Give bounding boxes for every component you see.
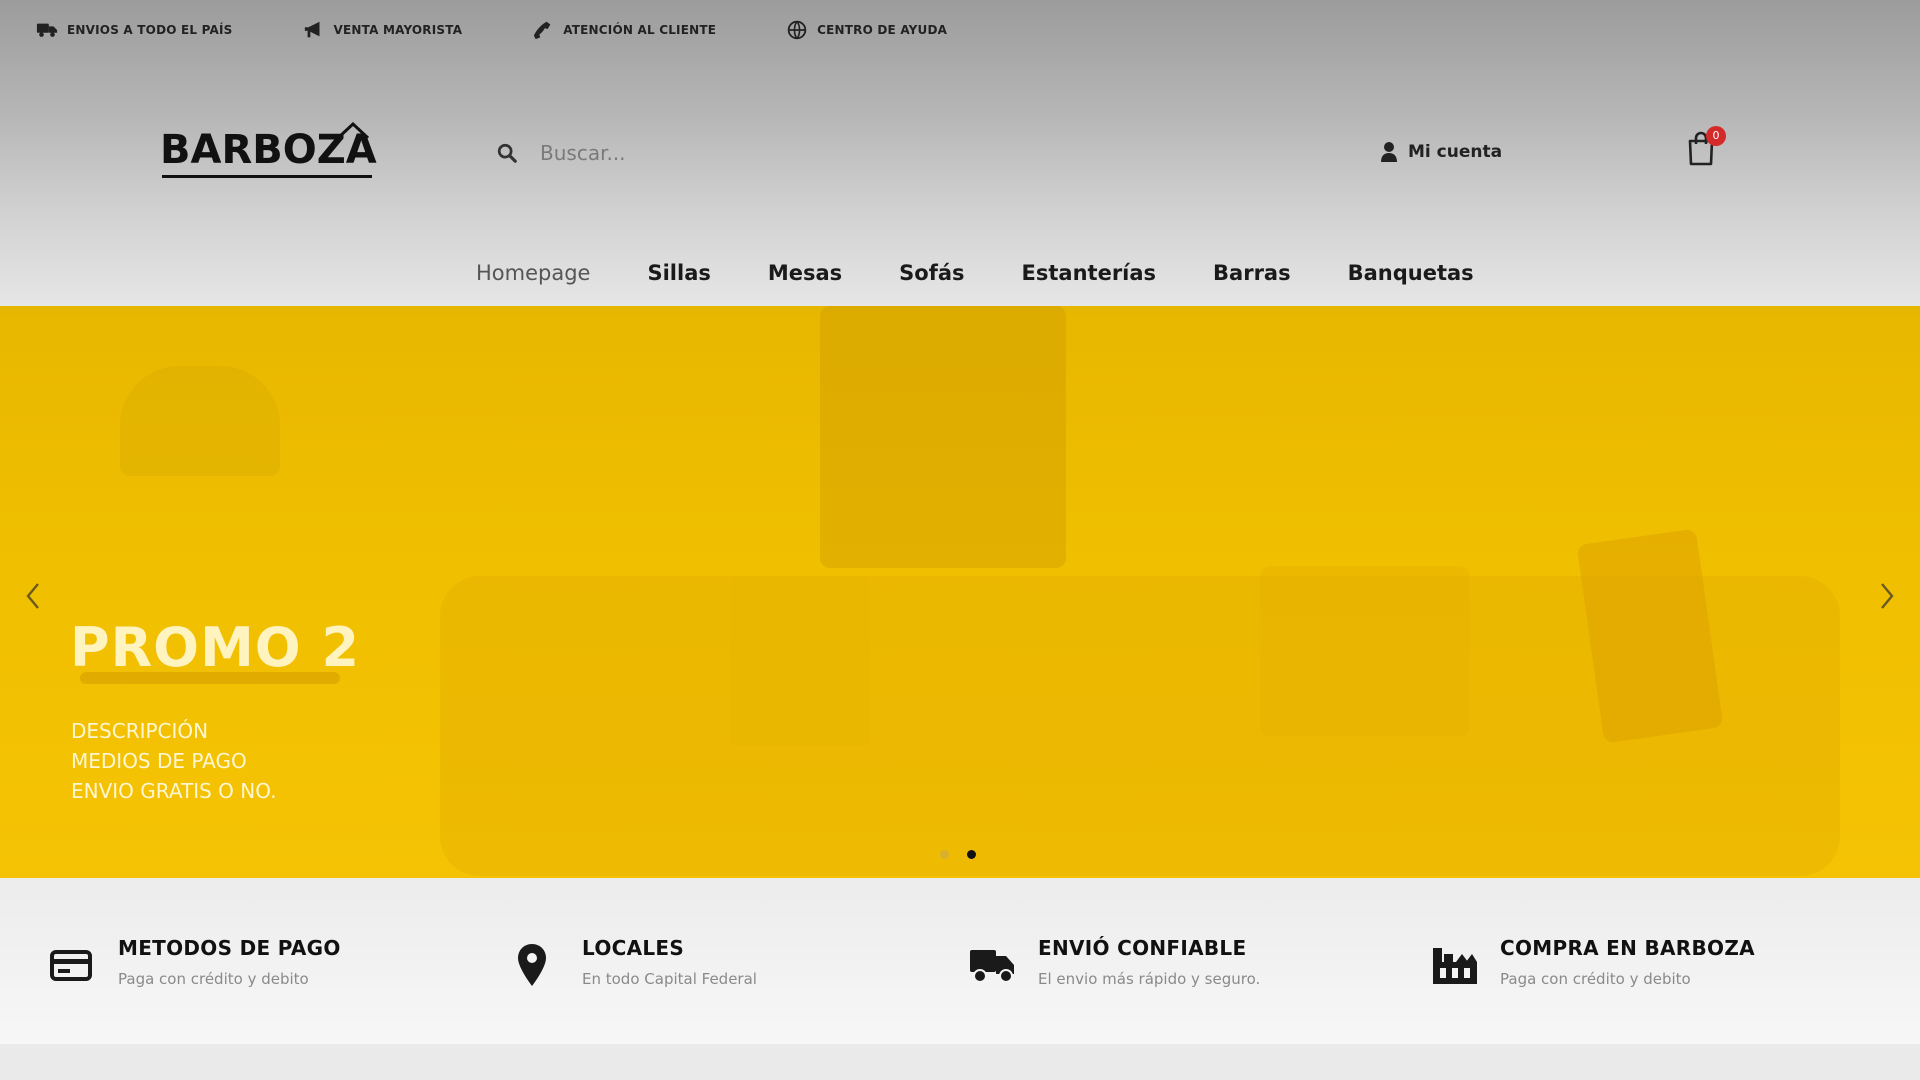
store-icon	[1430, 940, 1480, 990]
feature-subtitle: El envio más rápido y seguro.	[1038, 970, 1261, 988]
feature-title: METODOS DE PAGO	[118, 936, 341, 960]
feature-reliable-shipping[interactable]: ENVIÓ CONFIABLE El envio más rápido y se…	[968, 936, 1260, 996]
hero-bg-lamp	[120, 366, 280, 476]
site-header: ENVIOS A TODO EL PAÍS VENTA MAYORISTA AT…	[0, 0, 1920, 306]
hero-title: PROMO 2	[70, 616, 361, 679]
map-pin-icon	[512, 940, 562, 990]
search-input[interactable]	[540, 141, 1240, 165]
logo-underline	[162, 175, 372, 178]
topbar-item-help-center[interactable]: CENTRO DE AYUDA	[786, 20, 947, 40]
feature-title: ENVIÓ CONFIABLE	[1038, 936, 1247, 960]
roof-icon	[336, 122, 370, 140]
account-link[interactable]: Mi cuenta	[1380, 138, 1502, 166]
nav-item-estanterias[interactable]: Estanterías	[1022, 261, 1157, 285]
nav-item-banquetas[interactable]: Banquetas	[1348, 261, 1474, 285]
cart-button[interactable]: 0	[1686, 126, 1726, 170]
feature-title: COMPRA EN BARBOZA	[1500, 936, 1755, 960]
topbar-item-label: ATENCIÓN AL CLIENTE	[563, 23, 717, 37]
hero-description: DESCRIPCIÓN MEDIOS DE PAGO ENVIO GRATIS …	[71, 716, 277, 806]
nav-item-barras[interactable]: Barras	[1213, 261, 1291, 285]
topbar-item-label: ENVIOS A TODO EL PAÍS	[67, 23, 233, 37]
feature-subtitle: Paga con crédito y debito	[1500, 970, 1691, 988]
hero-bg-cushion	[1260, 566, 1470, 736]
credit-card-icon	[48, 940, 98, 990]
hero-bg-frame	[820, 306, 1066, 568]
chevron-right-icon	[1881, 583, 1894, 609]
hero-bg-cushion	[730, 576, 870, 746]
feature-shop-barboza[interactable]: COMPRA EN BARBOZA Paga con crédito y deb…	[1430, 936, 1755, 996]
chevron-left-icon	[26, 583, 39, 609]
nav-item-sillas[interactable]: Sillas	[647, 261, 710, 285]
slider-prev-button[interactable]	[18, 576, 48, 616]
hero-desc-line: MEDIOS DE PAGO	[71, 749, 247, 773]
slider-dot[interactable]	[940, 850, 949, 859]
topbar-item-label: CENTRO DE AYUDA	[817, 23, 948, 37]
search-icon[interactable]	[496, 142, 518, 164]
topbar-item-shipping[interactable]: ENVIOS A TODO EL PAÍS	[36, 20, 233, 40]
slider-next-button[interactable]	[1872, 576, 1902, 616]
feature-payment-methods[interactable]: METODOS DE PAGO Paga con crédito y debit…	[48, 936, 341, 996]
page-continuation	[0, 1044, 1920, 1080]
topbar-item-label: VENTA MAYORISTA	[333, 23, 463, 37]
hero-slider: PROMO 2 DESCRIPCIÓN MEDIOS DE PAGO ENVIO…	[0, 306, 1920, 878]
nav-item-homepage[interactable]: Homepage	[476, 261, 590, 285]
nav-item-mesas[interactable]: Mesas	[768, 261, 842, 285]
feature-subtitle: En todo Capital Federal	[582, 970, 757, 988]
slider-dots	[940, 850, 976, 859]
topbar: ENVIOS A TODO EL PAÍS VENTA MAYORISTA AT…	[36, 16, 1017, 44]
feature-subtitle: Paga con crédito y debito	[118, 970, 309, 988]
cart-count-badge: 0	[1706, 126, 1726, 146]
hero-desc-line: DESCRIPCIÓN	[71, 719, 209, 743]
slider-dot-active[interactable]	[967, 850, 976, 859]
feature-stores[interactable]: LOCALES En todo Capital Federal	[512, 936, 757, 996]
phone-icon	[534, 21, 551, 40]
globe-icon	[787, 20, 807, 40]
brand-logo[interactable]: BARBOZA	[160, 122, 377, 178]
user-icon	[1381, 142, 1397, 162]
feature-title: LOCALES	[582, 936, 685, 960]
truck-icon	[968, 940, 1018, 990]
nav-item-sofas[interactable]: Sofás	[899, 261, 964, 285]
main-nav: Homepage Sillas Mesas Sofás Estanterías …	[476, 256, 1531, 290]
topbar-item-customer-service[interactable]: ATENCIÓN AL CLIENTE	[532, 20, 716, 40]
topbar-item-wholesale[interactable]: VENTA MAYORISTA	[303, 20, 463, 40]
features-bar: METODOS DE PAGO Paga con crédito y debit…	[0, 878, 1920, 1044]
account-label: Mi cuenta	[1408, 142, 1503, 162]
search-bar	[492, 134, 1292, 172]
megaphone-icon	[304, 21, 320, 38]
truck-icon	[36, 23, 58, 37]
hero-desc-line: ENVIO GRATIS O NO.	[71, 779, 277, 803]
